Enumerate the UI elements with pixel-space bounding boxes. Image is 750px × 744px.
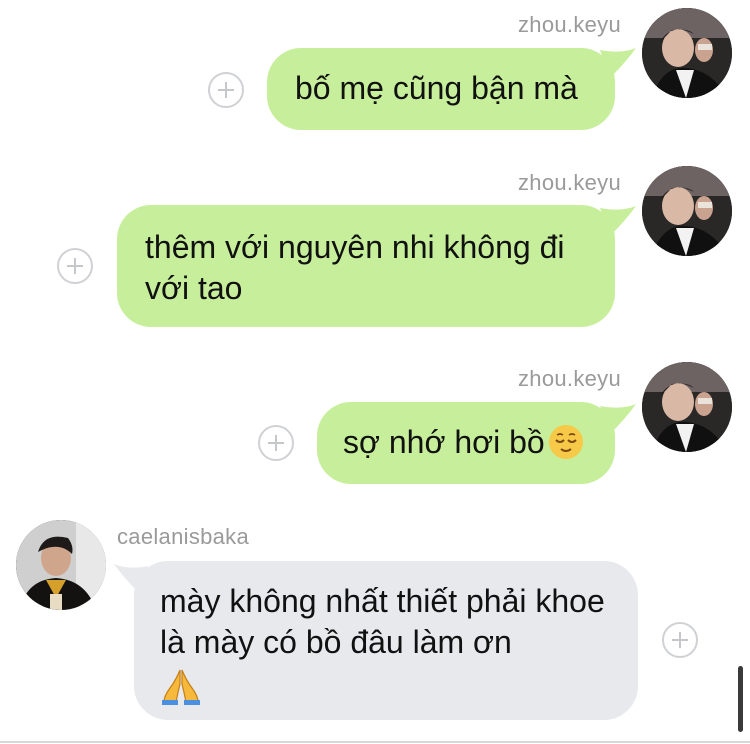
message-bubble[interactable]: bố mẹ cũng bận mà	[267, 48, 615, 130]
profile-photo-icon	[642, 362, 732, 452]
relieved-face-emoji	[548, 424, 583, 459]
message-bubble[interactable]: thêm với nguyên nhi không đi với tao	[117, 205, 615, 327]
add-reaction-icon[interactable]	[208, 72, 244, 108]
add-reaction-icon[interactable]	[662, 622, 698, 658]
message-text: sợ nhớ hơi bồ	[343, 424, 545, 460]
add-reaction-icon[interactable]	[57, 248, 93, 284]
avatar[interactable]	[16, 520, 106, 610]
avatar[interactable]	[642, 362, 732, 452]
avatar[interactable]	[642, 8, 732, 98]
message-text: bố mẹ cũng bận mà	[295, 70, 578, 106]
add-reaction-icon[interactable]	[258, 425, 294, 461]
profile-photo-icon	[16, 520, 106, 610]
message-bubble[interactable]: mày không nhất thiết phải khoe là mày có…	[134, 561, 638, 720]
folded-hands-emoji	[162, 669, 200, 705]
divider	[0, 741, 750, 743]
message-text: mày không nhất thiết phải khoe là mày có…	[160, 583, 605, 660]
profile-photo-icon	[642, 166, 732, 256]
sender-name: zhou.keyu	[518, 12, 621, 37]
message-text: thêm với nguyên nhi không đi với tao	[145, 229, 565, 306]
avatar[interactable]	[642, 166, 732, 256]
profile-photo-icon	[642, 8, 732, 98]
sender-name: zhou.keyu	[518, 170, 621, 195]
message-bubble[interactable]: sợ nhớ hơi bồ	[317, 402, 615, 484]
scrollbar[interactable]	[738, 666, 743, 732]
sender-name: zhou.keyu	[518, 366, 621, 391]
sender-name: caelanisbaka	[117, 524, 250, 549]
